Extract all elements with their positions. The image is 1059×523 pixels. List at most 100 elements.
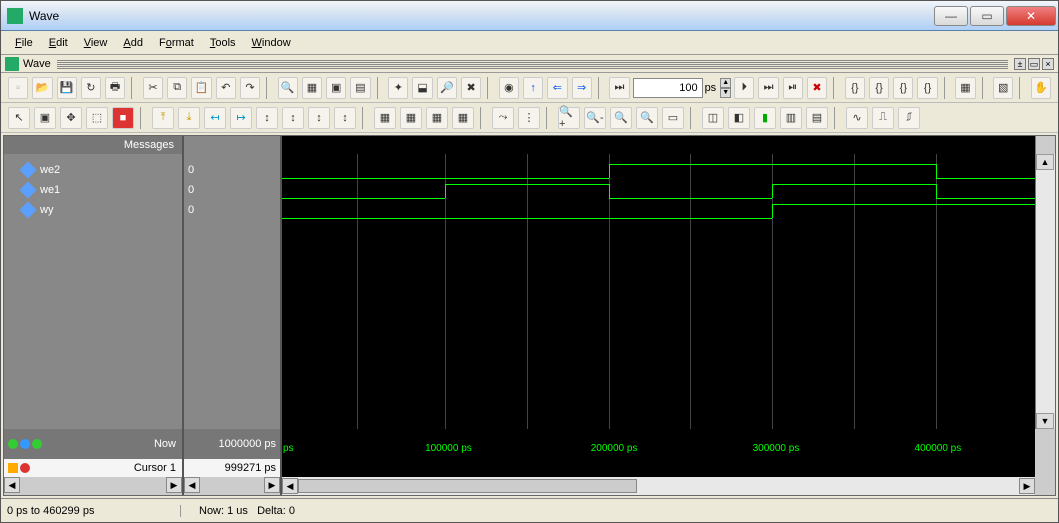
panel-dock-button[interactable]: ± bbox=[1014, 58, 1026, 70]
remove-cursor-icon[interactable] bbox=[20, 463, 30, 473]
zoom-in-icon[interactable]: 🔍+ bbox=[558, 107, 580, 129]
run-length-input[interactable] bbox=[633, 78, 703, 98]
maximize-button[interactable]: ▭ bbox=[970, 6, 1004, 26]
run-length-spinner[interactable]: ▲▼ bbox=[720, 78, 731, 98]
up-arrow-icon[interactable]: ↑ bbox=[523, 77, 543, 99]
left-arrow-icon[interactable]: ⇐ bbox=[547, 77, 567, 99]
wave-icon[interactable]: ⎎ bbox=[898, 107, 920, 129]
signals-column[interactable]: we2 we1 wy bbox=[4, 154, 184, 429]
titlebar[interactable]: Wave — ▭ ✕ bbox=[1, 1, 1058, 31]
reload-icon[interactable]: ↻ bbox=[81, 77, 101, 99]
layout-icon[interactable]: ▥ bbox=[780, 107, 802, 129]
panel-close-button[interactable]: × bbox=[1042, 58, 1054, 70]
brace-icon[interactable]: {} bbox=[893, 77, 913, 99]
panel-max-button[interactable]: ▭ bbox=[1028, 58, 1040, 70]
values-column[interactable]: 0 0 0 bbox=[184, 154, 282, 429]
menu-window[interactable]: Window bbox=[246, 35, 297, 51]
menu-add[interactable]: Add bbox=[117, 35, 149, 51]
waveform-canvas[interactable] bbox=[282, 154, 1035, 429]
tool-icon[interactable]: ▦ bbox=[302, 77, 322, 99]
edge-next-icon[interactable]: ↦ bbox=[230, 107, 252, 129]
group-icon[interactable]: ▦ bbox=[426, 107, 448, 129]
edge-icon[interactable]: ↕ bbox=[282, 107, 304, 129]
scroll-left-button[interactable]: ◀ bbox=[4, 477, 20, 493]
find-icon[interactable]: 🔍 bbox=[278, 77, 298, 99]
zoom-out-icon[interactable]: 🔍- bbox=[584, 107, 606, 129]
scroll-right-button[interactable]: ▶ bbox=[166, 477, 182, 493]
tool-icon[interactable]: ⬓ bbox=[412, 77, 432, 99]
scroll-right-button[interactable]: ▶ bbox=[1019, 478, 1035, 494]
group-icon[interactable]: ▦ bbox=[374, 107, 396, 129]
menu-format[interactable]: Format bbox=[153, 35, 200, 51]
wave-icon[interactable]: ∿ bbox=[846, 107, 868, 129]
cursor-next-icon[interactable]: ⤓ bbox=[178, 107, 200, 129]
group-icon[interactable]: ▦ bbox=[400, 107, 422, 129]
cursor-track[interactable] bbox=[282, 459, 1035, 477]
menu-edit[interactable]: Edit bbox=[43, 35, 74, 51]
scroll-right-button[interactable]: ▶ bbox=[264, 477, 280, 493]
vertical-scrollbar[interactable]: ▲ ▼ bbox=[1035, 154, 1055, 429]
minimize-button[interactable]: — bbox=[934, 6, 968, 26]
run-all-icon[interactable]: ⏭ bbox=[758, 77, 778, 99]
wave-icon[interactable]: ⎍ bbox=[872, 107, 894, 129]
tool-icon[interactable]: ✖ bbox=[461, 77, 481, 99]
undo-icon[interactable]: ↶ bbox=[216, 77, 236, 99]
layout-icon[interactable]: ◫ bbox=[702, 107, 724, 129]
scroll-thumb[interactable] bbox=[298, 479, 637, 493]
zoom-full-icon[interactable]: 🔍 bbox=[610, 107, 632, 129]
scroll-left-button[interactable]: ◀ bbox=[184, 477, 200, 493]
open-icon[interactable]: 📂 bbox=[32, 77, 52, 99]
close-button[interactable]: ✕ bbox=[1006, 6, 1056, 26]
redo-icon[interactable]: ↷ bbox=[240, 77, 260, 99]
layout-icon[interactable]: ▮ bbox=[754, 107, 776, 129]
edge-prev-icon[interactable]: ↤ bbox=[204, 107, 226, 129]
copy-icon[interactable]: ⧉ bbox=[167, 77, 187, 99]
new-icon[interactable]: ▫️ bbox=[8, 77, 28, 99]
signal-row[interactable]: we2 bbox=[4, 160, 182, 180]
tool-icon[interactable]: ⤳ bbox=[492, 107, 514, 129]
time-ruler[interactable]: ps 100000 ps 200000 ps 300000 ps 400000 … bbox=[282, 429, 1035, 459]
edge-icon[interactable]: ↕ bbox=[256, 107, 278, 129]
break-icon[interactable]: ✖ bbox=[807, 77, 827, 99]
run-icon[interactable]: ⏭ bbox=[609, 77, 629, 99]
tool-icon[interactable]: ✦ bbox=[388, 77, 408, 99]
tool-icon[interactable]: 🔎 bbox=[437, 77, 457, 99]
move-icon[interactable]: ✥ bbox=[60, 107, 82, 129]
tool-icon[interactable]: ▤ bbox=[350, 77, 370, 99]
layout-icon[interactable]: ▤ bbox=[806, 107, 828, 129]
cut-icon[interactable]: ✂ bbox=[143, 77, 163, 99]
zoom-fit-icon[interactable]: 🔍 bbox=[636, 107, 658, 129]
sig-hscroll[interactable]: ◀ ▶ bbox=[4, 477, 184, 495]
zoom-area-icon[interactable]: ⬚ bbox=[86, 107, 108, 129]
restart-icon[interactable]: ◉ bbox=[499, 77, 519, 99]
brace-icon[interactable]: {} bbox=[845, 77, 865, 99]
layout-icon[interactable]: ◧ bbox=[728, 107, 750, 129]
scroll-left-button[interactable]: ◀ bbox=[282, 478, 298, 494]
group-icon[interactable]: ▦ bbox=[452, 107, 474, 129]
brace-icon[interactable]: {} bbox=[869, 77, 889, 99]
cursor-prev-icon[interactable]: ⤒ bbox=[152, 107, 174, 129]
save-icon[interactable]: 💾 bbox=[57, 77, 77, 99]
signal-row[interactable]: we1 bbox=[4, 180, 182, 200]
options-icon[interactable]: ▧ bbox=[993, 77, 1013, 99]
select-icon[interactable]: ▣ bbox=[34, 107, 56, 129]
zoom-cursor-icon[interactable]: ▭ bbox=[662, 107, 684, 129]
hand-icon[interactable]: ✋ bbox=[1031, 77, 1051, 99]
edge-icon[interactable]: ↕ bbox=[308, 107, 330, 129]
menu-file[interactable]: File bbox=[9, 35, 39, 51]
run-step-icon[interactable]: ⏵ bbox=[734, 77, 754, 99]
continue-icon[interactable]: ⏯ bbox=[783, 77, 803, 99]
tool-icon[interactable]: ⋮ bbox=[518, 107, 540, 129]
options-icon[interactable]: ▦ bbox=[955, 77, 975, 99]
edge-icon[interactable]: ↕ bbox=[334, 107, 356, 129]
print-icon[interactable]: 🖶 bbox=[105, 77, 125, 99]
signal-row[interactable]: wy bbox=[4, 200, 182, 220]
pointer-icon[interactable]: ↖ bbox=[8, 107, 30, 129]
tool-icon[interactable]: ▣ bbox=[326, 77, 346, 99]
menu-view[interactable]: View bbox=[78, 35, 114, 51]
wave-hscroll[interactable]: ◀ ▶ bbox=[282, 477, 1035, 495]
paste-icon[interactable]: 📋 bbox=[191, 77, 211, 99]
scroll-up-button[interactable]: ▲ bbox=[1036, 154, 1054, 170]
stop-icon[interactable]: ■ bbox=[112, 107, 134, 129]
brace-icon[interactable]: {} bbox=[917, 77, 937, 99]
